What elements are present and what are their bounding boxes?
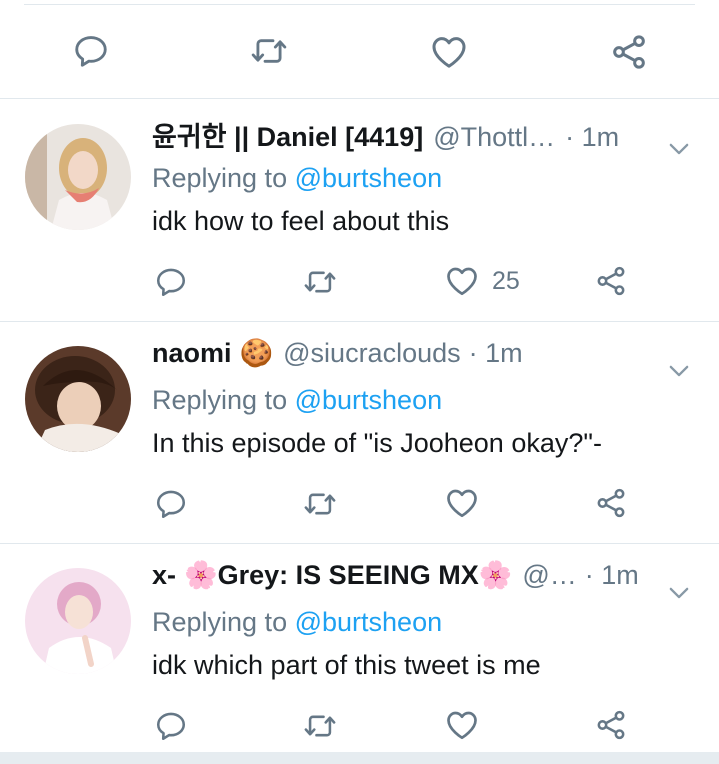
share-button[interactable] [594, 708, 628, 742]
share-icon [594, 264, 628, 298]
tweet-text: In this episode of "is Jooheon okay?"- [152, 428, 602, 458]
tweet-header: 윤귀한 || Daniel [4419] @Thottl… · 1m [152, 115, 659, 154]
share-icon [609, 32, 649, 72]
reply-context: Replying to @burtsheon [152, 607, 442, 638]
reply-tweet[interactable]: 윤귀한 || Daniel [4419] @Thottl… · 1m Reply… [0, 99, 719, 319]
replying-to-label: Replying to [152, 607, 288, 637]
reply-icon [154, 487, 188, 521]
bottom-divider [0, 752, 719, 764]
cherry-blossom-icon: 🌸 [478, 560, 513, 590]
avatar[interactable] [25, 124, 131, 230]
replying-to-label: Replying to [152, 385, 288, 415]
like-icon [444, 707, 480, 743]
display-name[interactable]: 윤귀한 || Daniel [4419] [152, 115, 423, 154]
tweet-actions [0, 479, 719, 539]
share-icon [594, 708, 628, 742]
username[interactable]: @Thottl… [433, 122, 555, 153]
reply-icon [72, 32, 110, 70]
username[interactable]: @siucraclouds [283, 338, 460, 369]
retweet-button[interactable] [246, 32, 292, 70]
retweet-button[interactable] [300, 265, 340, 299]
like-icon [444, 263, 480, 299]
tweet-header: x- 🌸 Grey: IS SEEING MX 🌸 @… · 1m [152, 559, 659, 591]
username[interactable]: @… [522, 560, 576, 591]
retweet-icon [246, 32, 292, 70]
avatar[interactable] [25, 568, 131, 674]
reply-context: Replying to @burtsheon [152, 163, 442, 194]
chevron-down-icon[interactable] [665, 135, 693, 163]
share-button[interactable] [594, 486, 628, 520]
share-icon [594, 486, 628, 520]
retweet-icon [300, 265, 340, 299]
like-count: 25 [492, 266, 520, 295]
reply-tweet[interactable]: naomi 🍪 @siucraclouds · 1m Replying to @… [0, 321, 719, 541]
reply-button[interactable] [72, 32, 110, 70]
retweet-icon [300, 709, 340, 743]
top-divider [24, 4, 695, 5]
reply-icon [154, 265, 188, 299]
tweet-text: idk which part of this tweet is me [152, 650, 541, 680]
mention-link[interactable]: @burtsheon [295, 607, 443, 637]
retweet-button[interactable] [300, 487, 340, 521]
chevron-down-icon[interactable] [665, 357, 693, 385]
timestamp[interactable]: · 1m [585, 560, 639, 591]
display-name[interactable]: Grey: IS SEEING MX [218, 560, 479, 591]
chevron-down-icon[interactable] [665, 579, 693, 607]
share-button[interactable] [609, 32, 649, 72]
main-tweet-actions [0, 20, 719, 80]
avatar[interactable] [25, 346, 131, 452]
like-button[interactable] [429, 32, 469, 72]
tweet-header: naomi 🍪 @siucraclouds · 1m [152, 337, 659, 369]
retweet-button[interactable] [300, 709, 340, 743]
reply-tweet[interactable]: x- 🌸 Grey: IS SEEING MX 🌸 @… · 1m Replyi… [0, 543, 719, 763]
cherry-blossom-icon: 🌸 [184, 560, 218, 590]
tweet-actions: 25 [0, 257, 719, 317]
reply-context: Replying to @burtsheon [152, 385, 442, 416]
tweet-text: idk how to feel about this [152, 206, 450, 236]
reply-button[interactable] [154, 487, 188, 521]
reply-button[interactable] [154, 709, 188, 743]
mention-link[interactable]: @burtsheon [295, 163, 443, 193]
like-button[interactable]: 25 [444, 263, 520, 299]
reply-icon [154, 709, 188, 743]
like-icon [429, 32, 469, 72]
retweet-icon [300, 487, 340, 521]
display-name[interactable]: naomi [152, 338, 232, 369]
mention-link[interactable]: @burtsheon [295, 385, 443, 415]
timestamp[interactable]: · 1m [469, 338, 523, 369]
reply-button[interactable] [154, 265, 188, 299]
replying-to-label: Replying to [152, 163, 288, 193]
display-name-prefix[interactable]: x- [152, 560, 176, 591]
like-button[interactable] [444, 707, 492, 743]
cookie-emoji: 🍪 [239, 338, 274, 368]
like-icon [444, 485, 480, 521]
share-button[interactable] [594, 264, 628, 298]
timestamp[interactable]: · 1m [565, 122, 619, 153]
like-button[interactable] [444, 485, 492, 521]
